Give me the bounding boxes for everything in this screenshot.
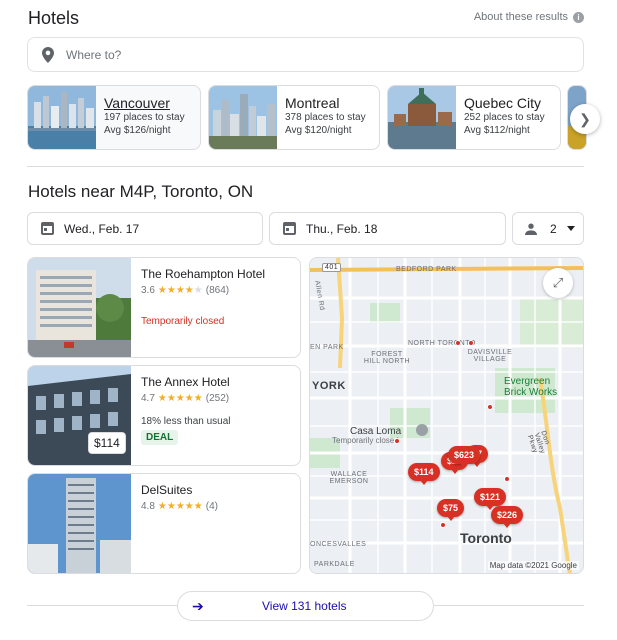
review-count: (252) [205, 393, 230, 404]
rating-value: 3.6 [141, 285, 155, 296]
rating-value: 4.8 [141, 501, 155, 512]
section-divider [27, 166, 584, 167]
hotel-rating: 3.6 ★★★★★ (864) [141, 285, 265, 296]
city-places: 197 places to stay [104, 112, 185, 123]
checkin-date: Wed., Feb. 17 [64, 221, 140, 236]
hotel-marker[interactable] [455, 340, 461, 346]
page-title: Hotels [28, 8, 80, 28]
hotel-marker[interactable] [487, 404, 493, 410]
dropdown-arrow-icon [566, 226, 575, 231]
view-all-label: View 131 hotels [262, 599, 347, 613]
destination-search[interactable] [27, 37, 584, 72]
city-name-montreal[interactable]: Montreal [285, 95, 366, 111]
hotel-name[interactable]: The Roehampton Hotel [141, 267, 265, 281]
quebec-city-photo [388, 86, 456, 149]
expand-icon: ⤢ [552, 275, 564, 290]
vancouver-photo [28, 86, 96, 149]
montreal-photo [209, 86, 277, 149]
rating-value: 4.7 [141, 393, 155, 404]
map-label-toronto: Toronto [460, 530, 512, 546]
next-cities-button[interactable]: ❯ [570, 104, 600, 134]
city-card-quebec-city[interactable]: Quebec City 252 places to stay Avg $112/… [387, 85, 561, 150]
deal-badge: DEAL [141, 430, 179, 445]
map-label-evergreen: Evergreen Brick Works [504, 376, 558, 398]
arrow-right-icon: ➔ [192, 597, 204, 614]
review-count: (864) [205, 285, 230, 296]
person-icon [525, 223, 537, 235]
map-label-davisville: DAVISVILLE VILLAGE [467, 349, 513, 363]
map-streets [310, 258, 583, 573]
city-card-montreal[interactable]: Montreal 378 places to stay Avg $120/nig… [208, 85, 380, 150]
hotel-card-roehampton[interactable]: The Roehampton Hotel 3.6 ★★★★★ (864) Tem… [27, 257, 301, 358]
map-label-forest-hill: FOREST HILL NORTH [363, 351, 411, 365]
hotel-marker[interactable] [468, 340, 474, 346]
info-icon: i [573, 11, 584, 23]
map-label-york: YORK [312, 380, 346, 392]
calendar-icon [283, 222, 296, 235]
city-avg-price: Avg $120/night [285, 125, 352, 136]
hotels-map[interactable]: BEDFORD PARK 401 Allen Rd NORTH TORONTO … [309, 257, 584, 574]
price-pin[interactable]: $121 [474, 488, 507, 510]
city-places: 378 places to stay [285, 112, 366, 123]
city-name-vancouver[interactable]: Vancouver [104, 95, 185, 111]
about-results-label: About these results [473, 11, 568, 23]
hotel-rating: 4.8 ★★★★★ (4) [141, 501, 218, 512]
map-label-bedford-park: BEDFORD PARK [396, 266, 457, 273]
hotel-photo-roehampton [28, 258, 131, 357]
checkout-date: Thu., Feb. 18 [306, 221, 378, 236]
star-rating-icon: ★★★★★ [157, 501, 203, 512]
price-pin[interactable]: $623 [448, 446, 481, 468]
city-name-quebec-city[interactable]: Quebec City [464, 95, 545, 111]
star-rating-icon: ★★★★★ [157, 393, 203, 404]
hotel-marker[interactable] [394, 438, 400, 444]
price-pin[interactable]: $75 [437, 499, 465, 521]
map-label-wallace-emerson: WALLACE EMERSON [329, 471, 369, 485]
checkin-date-picker[interactable]: Wed., Feb. 17 [27, 212, 263, 245]
hotel-marker[interactable] [440, 522, 446, 528]
review-count: (4) [205, 501, 218, 512]
hotel-price: $114 [88, 432, 126, 454]
hotels-near-title: Hotels near M4P, Toronto, ON [28, 182, 254, 201]
city-places: 252 places to stay [464, 112, 545, 123]
about-results-link[interactable]: About these results i [474, 11, 584, 23]
expand-map-button[interactable]: ⤢ [543, 268, 573, 298]
location-pin-icon [42, 46, 54, 63]
map-data-credit: Map data ©2021 Google [487, 561, 579, 570]
map-label-roncesvalles: ONCESVALLES [310, 541, 367, 548]
star-rating-icon: ★★★★★ [157, 285, 203, 296]
view-all-hotels-button[interactable]: ➔ View 131 hotels [177, 591, 434, 621]
map-label-park: EN PARK [310, 344, 344, 351]
hotel-marker[interactable] [504, 476, 510, 482]
hotel-card-delsuites[interactable]: DelSuites 4.8 ★★★★★ (4) [27, 473, 301, 574]
map-label-casa-closed: Temporarily closed [332, 436, 399, 445]
hotel-status: Temporarily closed [141, 316, 225, 327]
price-note: 18% less than usual [141, 416, 231, 427]
landmark-icon [416, 424, 428, 436]
hotel-photo-delsuites [28, 474, 131, 573]
chevron-right-icon: ❯ [579, 110, 591, 127]
checkout-date-picker[interactable]: Thu., Feb. 18 [269, 212, 506, 245]
guest-count: 2 [550, 221, 557, 236]
city-avg-price: Avg $112/night [464, 125, 530, 136]
hotel-name[interactable]: DelSuites [141, 483, 218, 497]
hotel-rating: 4.7 ★★★★★ (252) [141, 393, 231, 404]
map-label-parkdale: PARKDALE [314, 561, 355, 568]
hotel-name[interactable]: The Annex Hotel [141, 375, 231, 389]
where-to-input[interactable] [66, 47, 526, 62]
map-label-north-toronto: NORTH TORONTO [408, 340, 476, 347]
price-pin[interactable]: $114 [408, 463, 440, 485]
price-pin[interactable]: $226 [491, 506, 524, 528]
calendar-icon [41, 222, 54, 235]
hotel-card-annex[interactable]: $114 The Annex Hotel 4.7 ★★★★★ (252) 18%… [27, 365, 301, 466]
guests-selector[interactable]: 2 [512, 212, 584, 245]
city-card-vancouver[interactable]: Vancouver 197 places to stay Avg $126/ni… [27, 85, 201, 150]
city-avg-price: Avg $126/night [104, 125, 171, 136]
highway-401-shield: 401 [322, 263, 342, 272]
hotel-photo-annex: $114 [28, 366, 131, 465]
